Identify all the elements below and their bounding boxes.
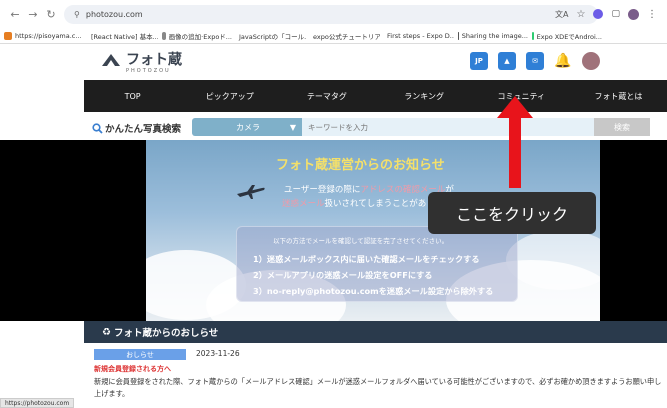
airplane-icon	[237, 185, 265, 199]
browser-toolbar: ← → ↻ ⚲ photozou.com 文A ☆ ▢ ⋮	[0, 0, 667, 28]
search-button[interactable]: 検索	[594, 118, 650, 136]
info-intro: 以下の方法でメールを確認して認証を完了させてください。	[273, 237, 449, 245]
bookmark-label: expo公式チュートリア...	[313, 32, 380, 41]
notification-bell-icon[interactable]: 🔔	[554, 52, 572, 70]
bookmark-favicon-icon	[4, 31, 12, 40]
info-item: 3）no-reply@photozou.comを迷惑メール設定から除外する	[253, 286, 494, 296]
tab-search-icon[interactable]: ▢	[611, 9, 620, 19]
status-url-tooltip: https://photozou.com	[0, 398, 75, 408]
news-headline[interactable]: 新規会員登録される方へ	[94, 364, 171, 374]
extension-icon[interactable]	[593, 9, 604, 19]
logo-text: フォト蔵	[126, 52, 182, 68]
address-bar[interactable]: ⚲ photozou.com	[64, 5, 598, 24]
bookmark-item[interactable]: 画像の追加·Expoド...	[162, 31, 232, 41]
banner-line-2: 迷惑メール扱いされてしまうことがあります	[282, 197, 452, 209]
reload-icon[interactable]: ↻	[42, 5, 60, 23]
bookmark-label: JavaScriptの「コール...	[239, 32, 306, 41]
bookmark-label: 画像の追加·Expoド...	[168, 32, 232, 41]
news-badge: おしらせ	[94, 349, 186, 360]
search-label-text: かんたん写真検索	[105, 124, 182, 135]
bookmark-item[interactable]: https://pisoyama.c...	[4, 31, 84, 40]
logo-mark-icon	[102, 54, 120, 66]
bookmarks-bar: https://pisoyama.c... [React Native] 基本..…	[0, 28, 667, 44]
category-value: カメラ	[236, 122, 260, 132]
bookmark-item[interactable]: First steps - Expo D...	[384, 32, 454, 40]
banner-title: フォト蔵運営からのお知らせ	[276, 158, 445, 173]
messages-icon[interactable]: ✉	[526, 52, 544, 70]
bookmark-label: First steps - Expo D...	[387, 31, 454, 40]
bookmark-item[interactable]: expo公式チュートリア...	[310, 31, 380, 41]
nav-item[interactable]: ピックアップ	[181, 80, 278, 112]
news-header: ♻ フォト蔵からのおしらせ	[84, 321, 667, 343]
main-nav: TOP ピックアップ テーマタグ ランキング コミュニティ フォト蔵とは	[84, 80, 667, 112]
news-body: 新規に会員登録をされた際、フォト蔵からの「メールアドレス確認」メールが迷惑メール…	[94, 377, 662, 398]
bookmark-favicon-icon	[162, 31, 166, 40]
search-icon	[92, 122, 103, 134]
search-label: かんたん写真検索	[92, 121, 181, 135]
browser-actions: 文A ☆ ▢ ⋮	[555, 8, 657, 20]
bookmark-favicon-icon	[532, 31, 534, 40]
banner-info-box: 以下の方法でメールを確認して認証を完了させてください。 1）迷惑メールボックス内…	[236, 226, 518, 302]
nav-item[interactable]: TOP	[84, 80, 181, 112]
logo-subtext: PHOTOZOU	[126, 68, 171, 74]
bookmark-item[interactable]: Expo XDEでAndroi...	[532, 31, 602, 41]
header-icon-label: JP	[475, 57, 483, 65]
jp-icon[interactable]: JP	[470, 52, 488, 70]
keyword-input[interactable]	[302, 118, 594, 136]
nav-item[interactable]: フォト蔵とは	[570, 80, 667, 112]
refresh-icon: ♻	[102, 326, 111, 338]
news-title-text: フォト蔵からのおしらせ	[113, 328, 219, 339]
annotation-arrow	[497, 96, 533, 188]
menu-icon[interactable]: ⋮	[647, 9, 657, 20]
bookmark-item[interactable]: Sharing the image...	[458, 31, 528, 40]
bookmark-label: https://pisoyama.c...	[15, 31, 82, 40]
back-icon[interactable]: ←	[6, 5, 24, 23]
nav-item[interactable]: ランキング	[376, 80, 473, 112]
category-select[interactable]: カメラ ▼	[192, 118, 302, 136]
bookmark-item[interactable]: JavaScriptの「コール...	[236, 31, 306, 41]
info-item: 2）メールアプリの迷惑メール設定をOFFにする	[253, 270, 433, 280]
banner-line-2a: 迷惑メール	[282, 199, 325, 209]
url-text: photozou.com	[85, 10, 143, 19]
info-item: 1）迷惑メールボックス内に届いた確認メールをチェックする	[253, 254, 480, 264]
banner-line-1a: ユーザー登録の際に	[284, 185, 361, 195]
news-list: おしらせ 2023-11-26 新規会員登録される方へ 新規に会員登録をされた際…	[84, 343, 667, 408]
bookmark-item[interactable]: [React Native] 基本...	[88, 31, 158, 41]
bookmark-label: Expo XDEでAndroi...	[536, 32, 602, 41]
news-title: ♻ フォト蔵からのおしらせ	[102, 325, 219, 340]
header-icons: JP ▲ ✉ 🔔	[470, 52, 600, 70]
bookmark-star-icon[interactable]: ☆	[577, 9, 586, 20]
chevron-down-icon: ▼	[289, 123, 296, 132]
site-header: フォト蔵 PHOTOZOU JP ▲ ✉ 🔔	[0, 44, 667, 80]
translate-icon[interactable]: 文A	[555, 9, 568, 20]
avatar[interactable]	[582, 52, 600, 70]
photozou-logo[interactable]: フォト蔵	[100, 52, 182, 68]
annotation-callout: ここをクリック	[428, 192, 596, 234]
site-info-icon[interactable]: ⚲	[74, 10, 80, 19]
photo-search: かんたん写真検索 カメラ ▼ 検索	[84, 117, 667, 137]
bookmark-favicon-icon	[458, 31, 459, 40]
upload-photo-icon[interactable]: ▲	[498, 52, 516, 70]
nav-item[interactable]: テーマタグ	[278, 80, 375, 112]
bookmark-label: [React Native] 基本...	[91, 32, 158, 41]
bookmark-label: Sharing the image...	[461, 31, 528, 40]
news-date: 2023-11-26	[196, 349, 240, 358]
forward-icon[interactable]: →	[24, 5, 42, 23]
profile-icon[interactable]	[628, 8, 639, 20]
